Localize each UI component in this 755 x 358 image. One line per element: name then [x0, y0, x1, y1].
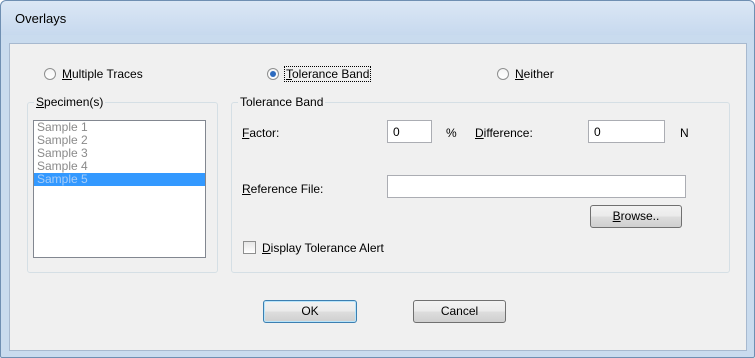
display-tolerance-alert-checkbox[interactable] — [243, 241, 256, 254]
window-title: Overlays — [15, 11, 67, 26]
radio-neither[interactable]: Neither — [497, 67, 554, 81]
difference-unit: N — [680, 126, 689, 140]
reference-file-label: Reference File: — [242, 182, 324, 196]
list-item-selected[interactable]: Sample 5 — [34, 173, 205, 186]
ok-button[interactable]: OK — [263, 300, 357, 323]
browse-button[interactable]: Browse.. — [590, 205, 682, 228]
radio-neither-label: Neither — [515, 67, 554, 81]
radio-button-icon[interactable] — [44, 68, 56, 80]
tolerance-band-group-title: Tolerance Band — [238, 95, 326, 109]
factor-input[interactable]: 0 — [387, 120, 432, 143]
display-tolerance-alert-label: Display Tolerance Alert — [262, 241, 384, 255]
specimens-listbox[interactable]: Sample 1 Sample 2 Sample 3 Sample 4 Samp… — [33, 120, 206, 258]
radio-multiple-traces[interactable]: Multiple Traces — [44, 67, 143, 81]
difference-input[interactable]: 0 — [588, 120, 665, 143]
specimens-group-title: Specimen(s) — [34, 95, 106, 109]
radio-tolerance-band[interactable]: Tolerance Band — [267, 66, 372, 82]
reference-file-input[interactable] — [387, 175, 686, 198]
title-bar[interactable]: Overlays — [1, 1, 754, 35]
factor-unit: % — [446, 126, 457, 140]
difference-label: Difference: — [475, 126, 533, 140]
factor-label: Factor: — [242, 126, 280, 140]
radio-button-selected-icon[interactable] — [267, 68, 279, 80]
radio-button-icon[interactable] — [497, 68, 509, 80]
radio-tolerance-band-label: Tolerance Band — [283, 66, 372, 82]
radio-multiple-traces-label: Multiple Traces — [62, 67, 143, 81]
cancel-button[interactable]: Cancel — [413, 300, 506, 323]
